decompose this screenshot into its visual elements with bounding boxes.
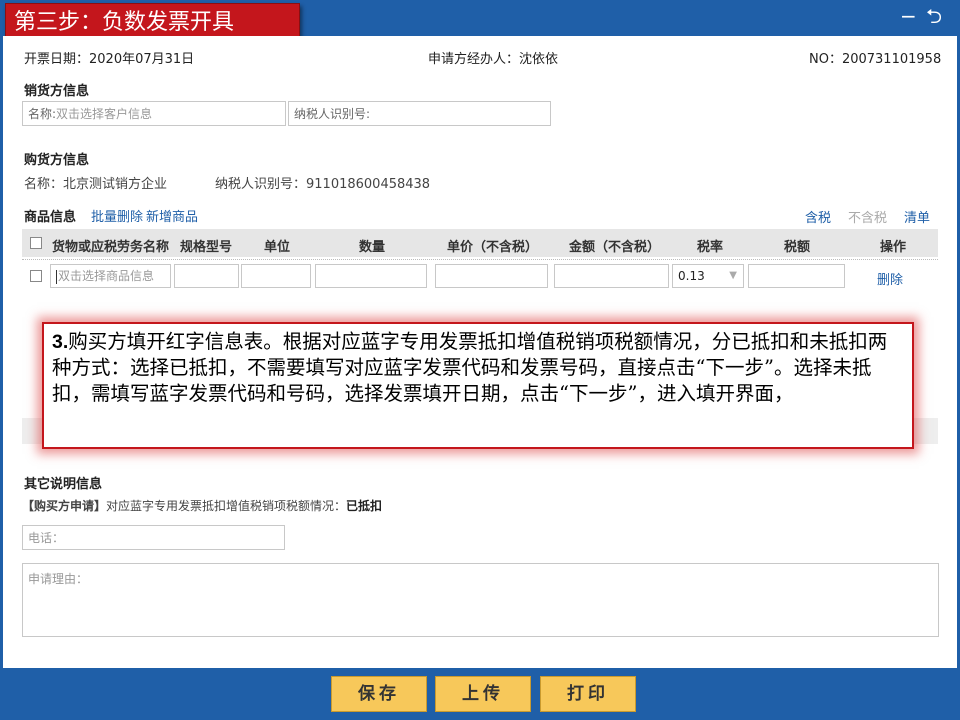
other-heading: 其它说明信息 (24, 477, 103, 492)
seller-name-field[interactable]: 名称:双击选择客户信息 (22, 101, 286, 126)
delete-row-link[interactable]: 删除 (877, 269, 903, 288)
clear-list-link[interactable]: 清单 (904, 207, 930, 226)
tax-amount-field[interactable] (748, 264, 845, 288)
upload-button[interactable]: 上传 (435, 676, 531, 712)
invoice-date: 开票日期：2020年07月31日 (24, 52, 195, 67)
column-header: 税额 (784, 240, 811, 255)
column-header: 货物或应税劳务名称 (52, 240, 170, 255)
column-header: 数量 (359, 240, 386, 255)
buyer-taxid: 纳税人识别号：911018600458438 (215, 177, 431, 192)
seller-name-placeholder: 双击选择客户信息 (56, 107, 153, 121)
application-text: 对应蓝字专用发票抵扣增值税销项税额情况： (106, 499, 347, 513)
column-header: 金额（不含税） (569, 240, 661, 255)
amount-field[interactable] (554, 264, 669, 288)
tax-rate-select[interactable]: 0.13 ▼ (672, 264, 744, 288)
add-item-link[interactable]: 新增商品 (146, 206, 198, 225)
seller-taxid-label: 纳税人识别号: (294, 107, 371, 121)
save-button[interactable]: 保存 (331, 676, 427, 712)
tax-exclusive-toggle[interactable]: 不含税 (848, 207, 887, 226)
batch-delete-link[interactable]: 批量删除 (91, 206, 143, 225)
column-header: 单价（不含税） (447, 240, 539, 255)
tax-rate-value: 0.13 (678, 269, 705, 283)
column-header: 税率 (697, 240, 724, 255)
phone-label: 电话： (28, 531, 65, 545)
instruction-step-number: 3. (52, 331, 69, 353)
item-name-placeholder: 双击选择商品信息 (58, 269, 155, 283)
back-icon[interactable]: ⮌ (926, 4, 942, 28)
column-header: 规格型号 (180, 240, 233, 255)
item-name-field[interactable]: 双击选择商品信息 (50, 264, 171, 288)
minimize-icon[interactable]: − (900, 4, 917, 28)
phone-field[interactable]: 电话： (22, 525, 285, 550)
seller-heading: 销货方信息 (24, 84, 90, 99)
seller-taxid-field[interactable]: 纳税人识别号: (288, 101, 551, 126)
spec-field[interactable] (174, 264, 239, 288)
unit-field[interactable] (241, 264, 311, 288)
buyer-name: 名称：北京测试销方企业 (24, 177, 168, 192)
row-checkbox[interactable] (30, 270, 42, 282)
instruction-callout: 3.购买方填开红字信息表。根据对应蓝字专用发票抵扣增值税销项税额情况，分已抵扣和… (42, 322, 914, 449)
invoice-number: NO：200731101958 (809, 52, 942, 67)
select-all-checkbox[interactable] (30, 237, 42, 249)
buyer-application-line: 【购买方申请】对应蓝字专用发票抵扣增值税销项税额情况：已抵扣 (22, 497, 382, 514)
application-tag: 【购买方申请】 (22, 499, 107, 513)
buyer-heading: 购货方信息 (24, 153, 90, 168)
application-value: 已抵扣 (346, 499, 383, 513)
column-header: 操作 (880, 240, 907, 255)
print-button[interactable]: 打印 (540, 676, 636, 712)
instruction-text: 购买方填开红字信息表。根据对应蓝字专用发票抵扣增值税销项税额情况，分已抵扣和未抵… (52, 330, 888, 405)
chevron-down-icon: ▼ (729, 270, 737, 281)
seller-name-label: 名称: (28, 107, 57, 121)
reason-label: 申请理由： (28, 572, 89, 586)
unit-price-field[interactable] (435, 264, 548, 288)
text-cursor (56, 269, 57, 284)
column-header: 单位 (264, 240, 291, 255)
quantity-field[interactable] (315, 264, 427, 288)
goods-heading: 商品信息 (24, 210, 77, 225)
tax-inclusive-toggle[interactable]: 含税 (805, 207, 831, 226)
applicant-handler: 申请方经办人：沈依依 (428, 52, 559, 67)
row-divider (22, 259, 938, 260)
reason-textarea[interactable]: 申请理由： (22, 563, 939, 637)
